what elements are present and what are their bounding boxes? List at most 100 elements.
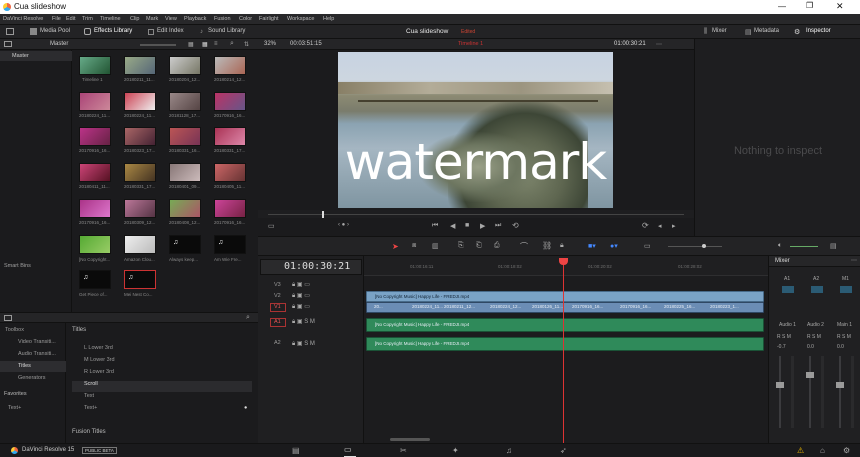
- clip-thumbnail[interactable]: [124, 235, 156, 254]
- menu-item-trim[interactable]: Trim: [82, 16, 93, 22]
- a2-clip[interactable]: [No Copyright Music] Happy Life - FREDJI…: [366, 337, 764, 351]
- clip-thumbnail[interactable]: [124, 92, 156, 111]
- effect-item[interactable]: R Lower 3rd: [72, 369, 252, 380]
- track-audio-controls-icon[interactable]: 🔒︎ ▣ S M: [292, 340, 315, 348]
- channel-eq-button[interactable]: [840, 286, 852, 293]
- menu-item-timeline[interactable]: Timeline: [100, 16, 121, 22]
- settings-icon[interactable]: ⚙: [843, 446, 850, 455]
- skip-to-end-icon[interactable]: ⏭: [495, 222, 501, 230]
- timeline-zoom-handle[interactable]: [702, 244, 706, 248]
- flag-icon[interactable]: ■▾: [588, 242, 596, 250]
- track-audio-controls-icon[interactable]: 🔒︎ ▣ S M: [292, 318, 315, 326]
- clip-thumbnail[interactable]: [169, 127, 201, 146]
- v1-clip-label[interactable]: 20170916_16...: [572, 304, 603, 309]
- next-frame-icon[interactable]: ◂: [658, 222, 662, 230]
- reverse-play-icon[interactable]: ◀: [450, 222, 455, 230]
- menu-item-file[interactable]: File: [52, 16, 61, 22]
- timeline-timecode[interactable]: 01:00:30:21: [284, 261, 350, 272]
- menu-item-color[interactable]: Color: [239, 16, 252, 22]
- search-icon[interactable]: ⌕: [230, 40, 234, 48]
- v1-clip-label[interactable]: 20180224_11...: [412, 304, 443, 309]
- clip-thumbnail[interactable]: [169, 56, 201, 75]
- tree-video-transitions[interactable]: Video Transiti...: [18, 339, 56, 345]
- menu-item-davinci[interactable]: DaVinci Resolve: [3, 16, 43, 22]
- metadata-view-icon[interactable]: ▦: [188, 41, 194, 48]
- layout-icon[interactable]: [6, 28, 14, 35]
- clip-thumbnail[interactable]: [124, 199, 156, 218]
- channel-eq-button[interactable]: [811, 286, 823, 293]
- zoom-level[interactable]: 32%: [264, 41, 276, 47]
- v1-clip-label[interactable]: 20180211_12...: [444, 304, 475, 309]
- a1-clip[interactable]: [No Copyright Music] Happy Life - FREDJI…: [366, 318, 764, 332]
- clip-thumbnail[interactable]: [214, 56, 246, 75]
- fader-handle[interactable]: [836, 382, 844, 388]
- overwrite-clip-icon[interactable]: ⎗: [476, 242, 482, 250]
- menu-item-view[interactable]: View: [165, 16, 177, 22]
- clip-thumbnail[interactable]: [79, 235, 111, 254]
- audio-clip-thumbnail[interactable]: ♫: [214, 235, 246, 254]
- list-view-icon[interactable]: ≡: [214, 41, 218, 47]
- edit-page-icon[interactable]: ▭: [344, 445, 356, 457]
- timeline-tracks[interactable]: 01:00:16:11 01:00:18:02 01:00:20:02 01:0…: [364, 256, 768, 443]
- zoom-out-icon[interactable]: ▭: [644, 242, 651, 250]
- mixer-options-icon[interactable]: ⋯: [851, 257, 857, 264]
- clip-thumbnail[interactable]: [214, 92, 246, 111]
- clip-thumbnail[interactable]: [169, 163, 201, 182]
- timeline-playhead[interactable]: [563, 259, 564, 443]
- clip-thumbnail[interactable]: [214, 127, 246, 146]
- menu-item-fairlight[interactable]: Fairlight: [259, 16, 279, 22]
- viewer-scrubber[interactable]: [268, 214, 684, 215]
- effect-item-selected[interactable]: Scroll: [72, 381, 252, 392]
- fairlight-page-icon[interactable]: ♫: [506, 446, 512, 455]
- inspector-button[interactable]: Inspector: [806, 28, 831, 34]
- sidebar-toggle-icon[interactable]: [4, 41, 12, 47]
- transform-icon[interactable]: ▭: [268, 222, 275, 230]
- volume-slider[interactable]: [790, 246, 818, 247]
- snapping-icon[interactable]: ⌒: [520, 241, 528, 252]
- menu-item-workspace[interactable]: Workspace: [287, 16, 314, 22]
- mixer-rs-buttons[interactable]: R S M: [837, 334, 851, 340]
- tree-audio-transitions[interactable]: Audio Transiti...: [18, 351, 56, 357]
- effect-item[interactable]: Text+ ●: [72, 405, 252, 416]
- warning-icon[interactable]: ⚠: [797, 446, 804, 455]
- effects-library-button[interactable]: Effects Library: [94, 28, 132, 34]
- viewer-options-icon[interactable]: ⋯: [656, 41, 662, 48]
- tree-generators[interactable]: Generators: [18, 375, 46, 381]
- media-pool-button[interactable]: Media Pool: [40, 28, 70, 34]
- meter-icon[interactable]: ▤: [830, 242, 837, 250]
- deliver-page-icon[interactable]: ➶: [560, 446, 567, 455]
- menu-item-clip[interactable]: Clip: [130, 16, 139, 22]
- v1-clip-label[interactable]: 20180225_16...: [664, 304, 695, 309]
- clip-thumbnail[interactable]: [124, 163, 156, 182]
- thumbnail-size-slider[interactable]: [140, 44, 176, 46]
- effect-item[interactable]: M Lower 3rd: [72, 357, 252, 368]
- match-frame-icon[interactable]: ⟳: [642, 221, 649, 230]
- marker-icon[interactable]: ●▾: [610, 242, 618, 250]
- track-lock-icon[interactable]: 🔒︎ ▣ ▭: [292, 303, 310, 311]
- clip-thumbnail[interactable]: [79, 199, 111, 218]
- menu-item-fusion[interactable]: Fusion: [214, 16, 231, 22]
- v1-clip-label[interactable]: 20180223_1...: [710, 304, 739, 309]
- mixer-rs-buttons[interactable]: R S M: [777, 334, 791, 340]
- timeline-scrollbar[interactable]: [390, 438, 430, 441]
- metadata-button[interactable]: Metadata: [754, 28, 779, 34]
- clip-thumbnail[interactable]: [124, 127, 156, 146]
- channel-eq-button[interactable]: [782, 286, 794, 293]
- fader-handle[interactable]: [776, 382, 784, 388]
- track-label-v1[interactable]: V1: [274, 304, 281, 310]
- menu-item-help[interactable]: Help: [323, 16, 334, 22]
- clip-thumbnail[interactable]: [124, 56, 156, 75]
- sound-library-button[interactable]: Sound Library: [208, 28, 245, 34]
- effect-item[interactable]: L Lower 3rd: [72, 345, 252, 356]
- effects-sidebar-toggle-icon[interactable]: [4, 315, 12, 321]
- playhead-handle[interactable]: [559, 258, 568, 265]
- track-lock-icon[interactable]: 🔒︎ ▣ ▭: [292, 292, 310, 300]
- prev-frame-icon[interactable]: ▸: [672, 222, 676, 230]
- menu-item-edit[interactable]: Edit: [66, 16, 75, 22]
- loop-icon[interactable]: ⟲: [512, 221, 519, 230]
- clip-thumbnail[interactable]: [169, 199, 201, 218]
- minimize-icon[interactable]: —: [778, 2, 786, 11]
- audio-clip-thumbnail[interactable]: ♫: [79, 270, 111, 289]
- lock-icon[interactable]: 🔒︎: [560, 242, 564, 250]
- v2-clip[interactable]: [No Copyright Music] Happy Life - FREDJI…: [366, 291, 764, 302]
